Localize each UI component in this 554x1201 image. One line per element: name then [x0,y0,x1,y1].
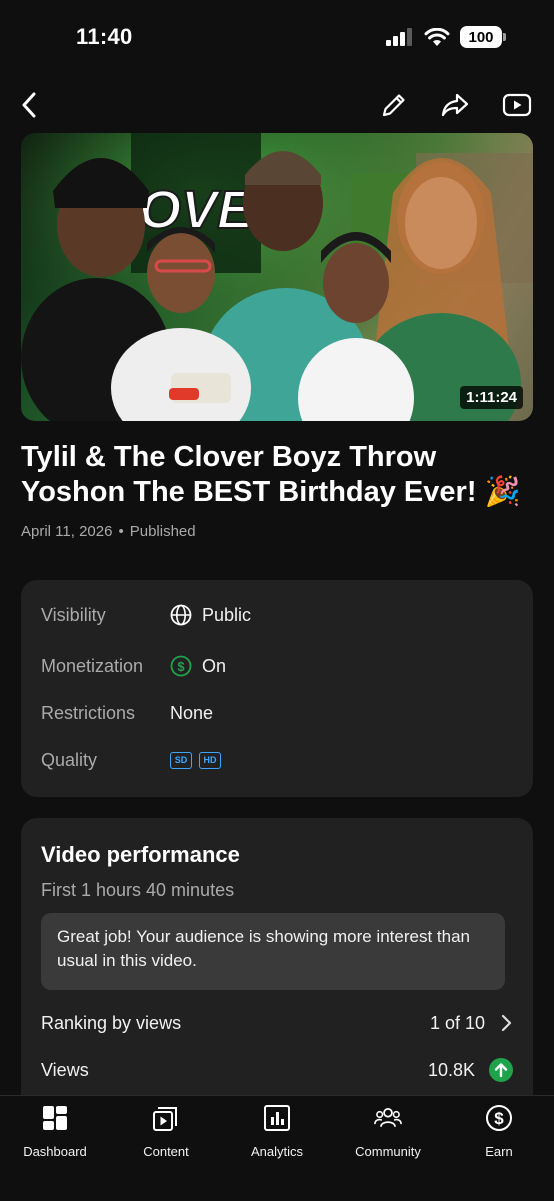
content-icon [152,1104,180,1132]
share-icon [441,93,469,117]
back-button[interactable] [13,88,47,122]
performance-title: Video performance [41,842,240,867]
tab-label: Analytics [250,1144,304,1159]
dashboard-icon [41,1104,69,1132]
svg-text:$: $ [494,1109,504,1128]
video-meta: April 11, 2026 • Published [21,523,196,540]
view-on-youtube-button[interactable] [500,88,534,122]
thumbnail-image: OVER [21,133,533,421]
ranking-row[interactable]: Ranking by views 1 of 10 [41,1008,513,1038]
restrictions-value: None [170,702,214,723]
share-button[interactable] [438,88,472,122]
tab-content[interactable]: Content [116,1104,216,1164]
quality-row[interactable]: Quality SD HD [41,745,228,775]
restrictions-label: Restrictions [41,702,136,723]
tab-label: Dashboard [23,1144,87,1159]
views-value: 10.8K [427,1059,475,1080]
monetization-row[interactable]: Monetization $ On [41,651,226,681]
ranking-label: Ranking by views [41,1012,182,1033]
restrictions-row[interactable]: Restrictions None [41,698,213,728]
publish-date: April 11, 2026 [21,523,113,540]
views-label: Views [41,1059,89,1080]
arrow-up-circle-icon [489,1058,513,1082]
monetization-label: Monetization [41,655,144,676]
video-details-card: Visibility Public Monetization $ On Rest… [21,580,533,797]
status-time: 11:40 [76,24,133,49]
top-nav [0,84,554,126]
video-title: Tylil & The Clover Boyz Throw Yoshon The… [21,441,521,508]
tab-label: Earn [485,1144,513,1159]
video-performance-card: Video performance First 1 hours 40 minut… [21,818,533,1118]
tab-analytics[interactable]: Analytics [227,1104,327,1164]
earn-icon: $ [485,1104,513,1132]
status-icons: 100 [386,26,506,48]
status-bar: 11:40 100 [0,0,554,74]
quality-label: Quality [41,749,98,770]
hd-quality-badge: HD [199,751,221,769]
duration-badge: 1:11:24 [460,386,523,409]
bottom-tab-bar: Dashboard Content Analytics Community $ … [0,1095,554,1201]
svg-text:$: $ [177,659,185,674]
monetization-value: On [202,655,227,676]
cellular-signal-icon [386,28,412,46]
tab-label: Content [143,1144,189,1159]
edit-button[interactable] [377,88,411,122]
tab-label: Community [355,1144,421,1159]
dollar-circle-icon: $ [170,655,192,677]
battery-level: 100 [460,26,502,48]
tab-dashboard[interactable]: Dashboard [5,1104,105,1164]
battery-indicator: 100 [460,26,506,48]
globe-icon [170,604,192,626]
chevron-right-icon [501,1014,512,1032]
performance-insight: Great job! Your audience is showing more… [41,913,505,990]
pencil-icon [382,94,405,117]
tab-community[interactable]: Community [338,1104,438,1164]
ranking-value: 1 of 10 [429,1012,485,1033]
visibility-row[interactable]: Visibility Public [41,600,251,630]
visibility-label: Visibility [41,604,106,625]
publish-status: Published [129,523,196,540]
meta-separator: • [118,523,124,540]
visibility-value: Public [202,604,252,625]
analytics-icon [263,1104,291,1132]
community-icon [374,1104,402,1132]
tab-earn[interactable]: $ Earn [449,1104,549,1164]
wifi-icon [424,27,450,46]
video-thumbnail[interactable]: OVER 1:11:24 [21,133,533,421]
views-row[interactable]: Views 10.8K [41,1055,513,1085]
youtube-play-icon [502,93,532,117]
performance-period: First 1 hours 40 minutes [41,880,235,900]
sd-quality-badge: SD [170,751,192,769]
chevron-left-icon [22,92,36,118]
